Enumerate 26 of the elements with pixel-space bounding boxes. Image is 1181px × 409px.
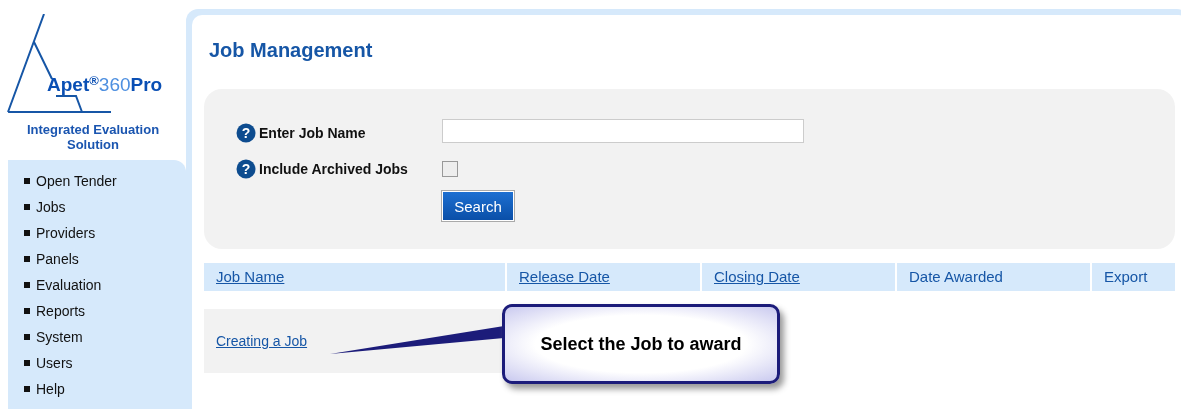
column-label: Export (1104, 268, 1148, 285)
job-name-field[interactable] (442, 119, 804, 143)
field-label: Include Archived Jobs (259, 161, 408, 177)
help-icon[interactable]: ? (236, 123, 256, 143)
callout: Select the Job to award (502, 304, 780, 384)
sort-link[interactable]: Release Date (519, 268, 610, 285)
logo-tagline: Integrated Evaluation Solution (25, 122, 161, 152)
page-title: Job Management (209, 39, 374, 62)
sidebar-item[interactable]: Help (24, 376, 65, 402)
sidebar-item[interactable]: Jobs (24, 194, 66, 220)
sidebar-item[interactable]: Open Tender (24, 168, 117, 194)
sidebar-item[interactable]: Users (24, 350, 73, 376)
sidebar-item[interactable]: Reports (24, 298, 86, 324)
sidebar-item[interactable]: System (24, 324, 83, 350)
job-link[interactable]: Creating a Job (216, 333, 308, 349)
logo-wordmark: Apet$^{®}$360Pro (47, 73, 163, 96)
sidebar-item[interactable]: Providers (24, 220, 96, 246)
archived-checkbox[interactable] (442, 161, 458, 177)
sort-link[interactable]: Job Name (216, 268, 285, 285)
sidebar-item[interactable]: Evaluation (24, 272, 102, 298)
sort-link[interactable]: Closing Date (714, 268, 800, 285)
sidebar-item[interactable]: Panels (24, 246, 79, 272)
field-label: Enter Job Name (259, 125, 366, 141)
search-button[interactable]: Search (442, 191, 514, 221)
column-label: Date Awarded (909, 268, 1003, 285)
help-icon[interactable]: ? (236, 159, 256, 179)
